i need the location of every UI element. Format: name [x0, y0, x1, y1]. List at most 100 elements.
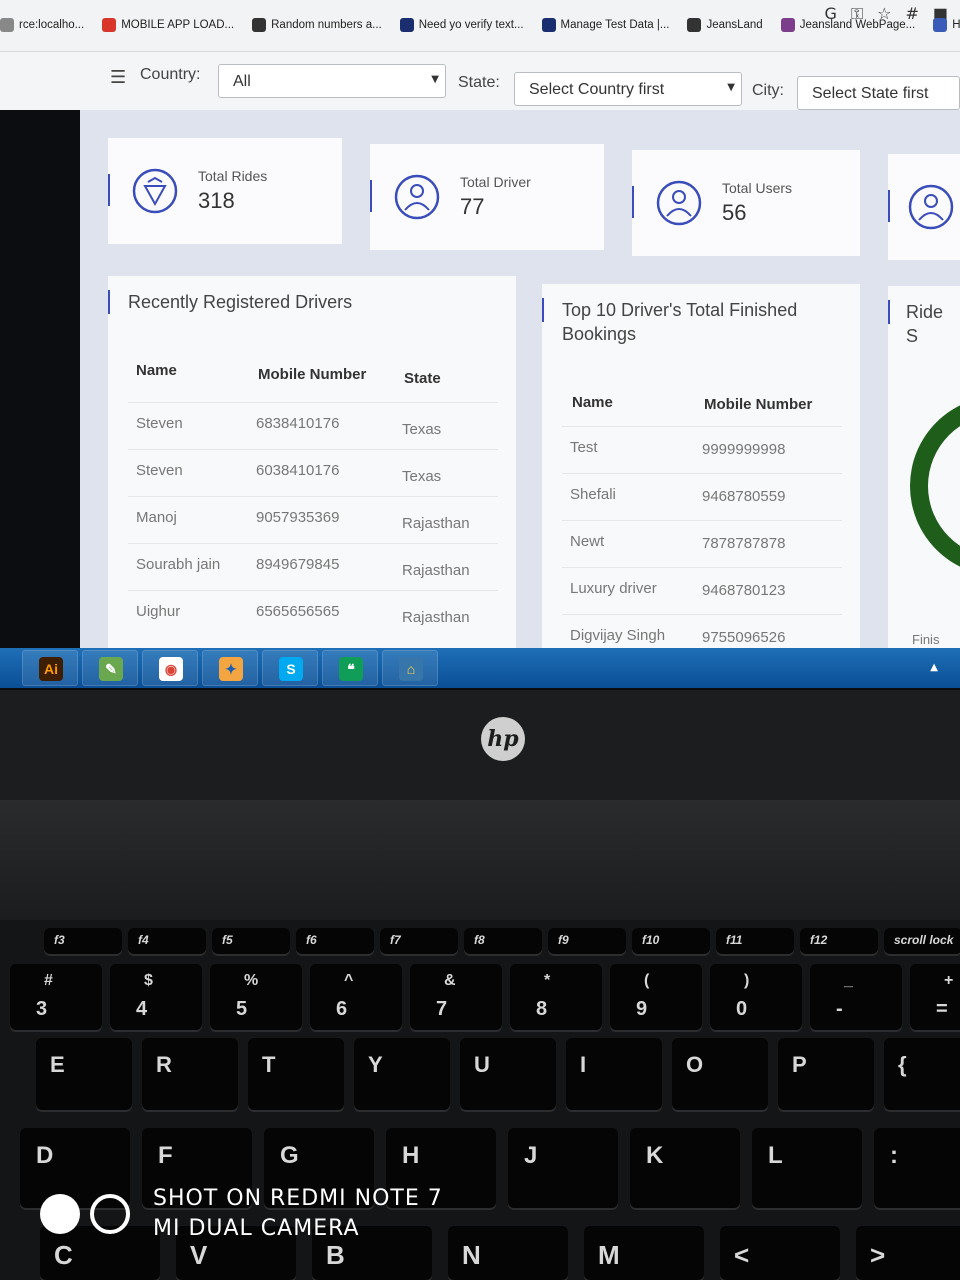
taskbar-app[interactable]: S: [262, 650, 318, 686]
key-label-top: %: [244, 972, 259, 989]
letter-key[interactable]: N: [448, 1226, 568, 1280]
stat-card-total-driver: Total Driver 77: [370, 144, 604, 250]
bookmark-item[interactable]: MOBILE APP LOAD...: [102, 18, 234, 32]
letter-key[interactable]: I: [566, 1038, 662, 1110]
bookmark-item[interactable]: Need yo verify text...: [399, 18, 524, 32]
bookmark-item[interactable]: Random numbers a...: [252, 18, 382, 32]
key-label: T: [262, 1052, 276, 1077]
letter-key[interactable]: >: [856, 1226, 960, 1280]
function-key[interactable]: f11: [716, 928, 794, 954]
function-key[interactable]: f10: [632, 928, 710, 954]
letter-key[interactable]: C: [40, 1226, 160, 1280]
key-label: F: [158, 1142, 173, 1169]
bookmark-item[interactable]: Home: [933, 18, 960, 32]
table-row: Sourabh jain 8949679845 Rajasthan: [128, 543, 498, 590]
city-select-value: Select State first: [812, 85, 929, 102]
taskbar-app[interactable]: ✎: [82, 650, 138, 686]
number-key[interactable]: + =: [910, 964, 960, 1030]
city-select[interactable]: Select State first: [797, 76, 960, 110]
number-key[interactable]: $4: [110, 964, 202, 1030]
function-key[interactable]: f6: [296, 928, 374, 954]
bookmark-label: Home: [952, 19, 960, 31]
taskbar-app[interactable]: ❝: [322, 650, 378, 686]
function-key[interactable]: f9: [548, 928, 626, 954]
card-accent: [370, 180, 372, 212]
letter-key[interactable]: P: [778, 1038, 874, 1110]
taskbar-app[interactable]: ✦: [202, 650, 258, 686]
letter-key[interactable]: M: [584, 1226, 704, 1280]
table-cell-mobile: 6838410176: [256, 415, 340, 432]
key-label-bottom: 4: [136, 998, 148, 1020]
country-select[interactable]: All ▼: [218, 64, 446, 98]
number-key[interactable]: % 5: [210, 964, 302, 1030]
table-cell-name: Uighur: [136, 603, 181, 620]
letter-key[interactable]: U: [460, 1038, 556, 1110]
letter-key[interactable]: K: [630, 1128, 740, 1208]
taskbar-app[interactable]: Ai: [22, 650, 78, 686]
bookmark-favicon-icon: [0, 18, 14, 32]
table-cell-state: Texas: [402, 421, 442, 438]
ride-status-donut-chart: [910, 396, 960, 576]
country-select-value: All: [233, 73, 251, 90]
letter-key[interactable]: <: [720, 1226, 840, 1280]
key-label: f6: [306, 933, 317, 947]
state-label: State:: [458, 74, 500, 91]
function-key[interactable]: f5: [212, 928, 290, 954]
letter-key[interactable]: L: [752, 1128, 862, 1208]
panel-title-line: Bookings: [562, 324, 637, 344]
stat-value: 56: [722, 200, 747, 225]
bookmark-label: Random numbers a...: [271, 19, 382, 31]
column-header: Mobile Number: [258, 366, 367, 383]
hamburger-menu-icon[interactable]: ☰: [110, 67, 126, 88]
taskbar-app[interactable]: ⌂: [382, 650, 438, 686]
letter-key[interactable]: E: [36, 1038, 132, 1110]
letter-key[interactable]: T: [248, 1038, 344, 1110]
function-key[interactable]: f3: [44, 928, 122, 954]
stat-label: Total Driver: [460, 174, 531, 190]
bookmark-list: rce:localho... MOBILE APP LOAD... Random n…: [0, 18, 960, 32]
table-row: Steven 6838410176 Texas: [128, 402, 498, 449]
table-cell-name: Sourabh jain: [136, 556, 221, 573]
key-label: H: [402, 1142, 420, 1169]
key-label: f4: [138, 933, 149, 947]
letter-key[interactable]: R: [142, 1038, 238, 1110]
function-key[interactable]: f8: [464, 928, 542, 954]
table-row: Uighur 6565656565 Rajasthan: [128, 590, 498, 637]
tray-arrow-icon[interactable]: ▲: [930, 662, 938, 673]
function-key[interactable]: f12: [800, 928, 878, 954]
number-key[interactable]: (9: [610, 964, 702, 1030]
table-cell-mobile: 6565656565: [256, 603, 340, 620]
key-label-top: #: [44, 972, 53, 989]
letter-key[interactable]: J: [508, 1128, 618, 1208]
letter-key[interactable]: {: [884, 1038, 960, 1110]
laptop-screen: G ⚿ ☆ # ■ rce:localho... MOBILE APP LOAD.…: [0, 0, 960, 690]
camera-dot-filled-icon: [40, 1194, 80, 1234]
key-label-bottom: 6: [336, 998, 348, 1020]
bookmark-item[interactable]: JeansLand: [687, 18, 763, 32]
key-label: f3: [54, 933, 65, 947]
taskbar-app[interactable]: ◉: [142, 650, 198, 686]
number-key[interactable]: #3: [10, 964, 102, 1030]
bookmark-item[interactable]: Manage Test Data |...: [541, 18, 669, 32]
bookmark-item[interactable]: rce:localho...: [0, 18, 84, 32]
key-label: P: [792, 1052, 807, 1077]
number-key[interactable]: ) 0: [710, 964, 802, 1030]
bookmark-item[interactable]: Jeansland WebPage...: [780, 18, 915, 32]
letter-key[interactable]: Y: [354, 1038, 450, 1110]
number-key[interactable]: ^ 6: [310, 964, 402, 1030]
state-select[interactable]: Select Country first ▼: [514, 72, 742, 106]
function-key[interactable]: f4: [128, 928, 206, 954]
number-key[interactable]: & 7: [410, 964, 502, 1030]
stat-label: Total Rides: [198, 168, 268, 184]
recent-drivers-panel: Recently Registered Drivers Name Mobile …: [108, 276, 516, 650]
letter-key[interactable]: O: [672, 1038, 768, 1110]
notepad-icon: ✎: [99, 657, 123, 681]
key-label: V: [190, 1240, 208, 1270]
bookmark-label: JeansLand: [706, 19, 763, 31]
number-key[interactable]: * 8: [510, 964, 602, 1030]
letter-key[interactable]: :: [874, 1128, 960, 1208]
function-key[interactable]: f7: [380, 928, 458, 954]
windows-taskbar: Ai ✎ ◉ ✦ S ❝ ⌂ ▲: [0, 648, 960, 688]
number-key[interactable]: _ -: [810, 964, 902, 1030]
function-key[interactable]: scroll lock: [884, 928, 960, 954]
